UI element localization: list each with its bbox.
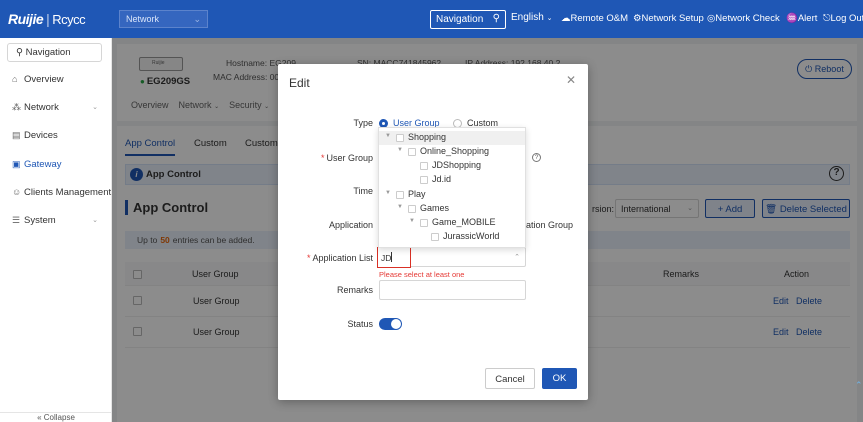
tree-node[interactable]: ▼ Online_Shopping	[379, 145, 525, 159]
navigation-search-button[interactable]: Navigation ⚲	[430, 10, 506, 29]
sidebar-item-network[interactable]: ⁂ Network ⌄	[0, 99, 112, 119]
validation-error: Please select at least one	[379, 270, 465, 279]
application-list-search-input[interactable]: JD	[377, 247, 411, 268]
sidebar-item-system[interactable]: ☰ System ⌄	[0, 212, 112, 232]
network-setup-link[interactable]: ⚙Network Setup	[633, 13, 704, 24]
dialog-title: Edit	[289, 76, 310, 90]
search-icon: ⚲	[492, 13, 500, 24]
network-icon: ⁂	[12, 102, 21, 112]
sidebar-item-overview[interactable]: ⌂ Overview	[0, 71, 112, 91]
sidebar-item-devices[interactable]: ▤ Devices	[0, 127, 112, 147]
ruijie-logo: Ruijie | Rcycc	[8, 11, 86, 27]
cloud-icon: ☁	[561, 13, 571, 24]
caret-down-icon[interactable]: ▼	[385, 190, 391, 196]
status-toggle[interactable]	[379, 318, 402, 330]
system-icon: ☰	[12, 215, 21, 225]
tree-checkbox[interactable]	[408, 204, 416, 213]
caret-down-icon[interactable]: ▼	[385, 133, 391, 139]
logout-icon: ⎋	[823, 13, 831, 24]
application-group-option[interactable]: ation Group	[526, 220, 573, 230]
question-icon[interactable]: ?	[532, 153, 541, 162]
tree-checkbox[interactable]	[396, 133, 404, 142]
user-group-label: * User Group	[320, 153, 373, 163]
tree-node[interactable]: ▼ Game_MOBILE	[379, 216, 525, 230]
clients-icon: ☺	[12, 187, 22, 197]
tree-node[interactable]: JDShopping	[379, 159, 525, 173]
top-bar: Ruijie | Rcycc Network ⌄ Navigation ⚲ Englis…	[0, 0, 863, 38]
tree-node[interactable]: JurassicWorld	[379, 230, 525, 244]
status-label: Status	[347, 319, 373, 329]
ok-button[interactable]: OK	[542, 368, 577, 389]
tree-node[interactable]: ▼ Play	[379, 188, 525, 202]
alert-icon: ♒	[786, 13, 798, 24]
sidebar: ⚲ Navigation ⌂ Overview ⁂ Network ⌄ ▤ Device…	[0, 38, 112, 422]
gateway-icon: ▣	[12, 159, 21, 169]
application-tree-dropdown: ▼ Shopping ▼ Online_Shopping JDShopping …	[378, 127, 526, 248]
tree-node[interactable]: Jd.id	[379, 173, 525, 187]
devices-icon: ▤	[12, 130, 21, 140]
tree-checkbox[interactable]	[396, 190, 404, 199]
caret-down-icon[interactable]: ▼	[397, 147, 403, 153]
tree-node[interactable]: ▼ Shopping	[379, 131, 525, 145]
remarks-input[interactable]	[379, 280, 526, 300]
remote-om-link[interactable]: ☁Remote O&M	[561, 13, 628, 24]
network-select[interactable]: Network ⌄	[119, 10, 208, 28]
tree-checkbox[interactable]	[420, 161, 428, 170]
application-label: Application	[328, 220, 373, 230]
network-check-link[interactable]: ◎Network Check	[707, 13, 780, 24]
tree-checkbox[interactable]	[431, 232, 439, 241]
tree-node[interactable]: ▼ Games	[379, 202, 525, 216]
alert-link[interactable]: ♒Alert	[786, 13, 817, 24]
chevron-down-icon: ⌄	[193, 14, 201, 24]
tree-checkbox[interactable]	[408, 147, 416, 156]
sidebar-navigation-search[interactable]: ⚲ Navigation	[7, 43, 102, 62]
logout-link[interactable]: ⎋Log Out	[823, 13, 863, 24]
chevron-down-icon: ⌄	[546, 15, 553, 22]
caret-down-icon[interactable]: ▼	[409, 218, 415, 224]
search-icon: ⚲	[16, 47, 26, 58]
close-icon[interactable]: ✕	[566, 73, 576, 87]
time-label: Time	[353, 186, 373, 196]
collapse-button[interactable]: « Collapse	[0, 412, 112, 422]
remarks-label: Remarks	[336, 285, 373, 295]
type-label: Type	[353, 118, 373, 128]
sidebar-item-clients[interactable]: ☺ Clients Management	[0, 184, 112, 204]
tree-checkbox[interactable]	[420, 218, 428, 227]
setup-icon: ⚙	[633, 13, 642, 24]
sidebar-item-gateway[interactable]: ▣ Gateway	[0, 156, 112, 176]
language-select[interactable]: English ⌄	[511, 12, 552, 23]
application-list-label: * Application List	[306, 253, 373, 263]
chevron-down-icon: ⌄	[92, 104, 98, 111]
cancel-button[interactable]: Cancel	[485, 368, 535, 389]
chevron-up-icon: ⌃	[514, 254, 520, 261]
caret-down-icon[interactable]: ▼	[397, 204, 403, 210]
chevron-down-icon: ⌄	[92, 217, 98, 224]
side-scroll-indicator: ⌃	[855, 380, 863, 390]
tree-checkbox[interactable]	[420, 175, 428, 184]
home-icon: ⌂	[12, 74, 18, 84]
